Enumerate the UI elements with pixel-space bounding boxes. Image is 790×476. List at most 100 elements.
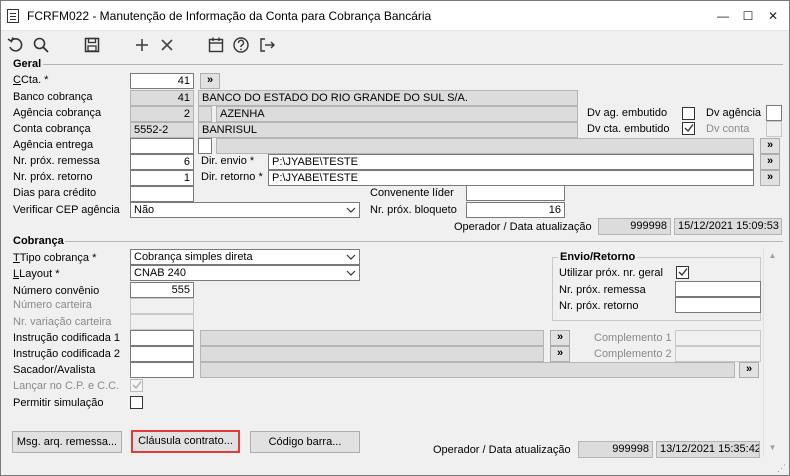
agencia-cobranca-label: Agência cobrança [13, 107, 102, 119]
nr-prox-retorno-input[interactable]: 1 [130, 170, 194, 186]
search-icon[interactable] [31, 35, 51, 55]
toolbar [1, 32, 789, 58]
nr-prox-bloqueto-input[interactable]: 16 [466, 202, 565, 218]
nr-prox-remessa-label: Nr. próx. remessa [13, 155, 100, 167]
geral-section-title: Geral [13, 58, 42, 70]
cobranca-divider [65, 241, 783, 242]
lancar-cp-cc-checkbox [130, 379, 143, 392]
instrucao-codificada-2-input[interactable] [130, 346, 194, 362]
sacador-avalista-name [200, 362, 735, 378]
numero-convenio-input[interactable]: 555 [130, 282, 194, 298]
conta-cobranca-label: Conta cobrança [13, 123, 91, 135]
footer-operador-field: 999998 [578, 441, 653, 458]
cobranca-section-title: Cobrança [13, 235, 64, 247]
permitir-simulacao-label: Permitir simulação [13, 397, 104, 409]
nr-prox-retorno-label: Nr. próx. retorno [13, 171, 93, 183]
complemento-2-input [675, 346, 761, 362]
instrucao-codificada-2-label: Instrução codificada 2 [13, 348, 121, 360]
dias-credito-input[interactable] [130, 186, 194, 202]
convenente-lider-label: Convenente líder [370, 187, 454, 199]
window-title: FCRFM022 - Manutenção de Informação da C… [27, 9, 432, 23]
nr-variacao-carteira-input [130, 314, 194, 330]
dir-envio-browse-button[interactable]: » [760, 154, 780, 170]
agencia-entrega-lookup-button[interactable]: » [760, 138, 780, 154]
undo-icon[interactable] [6, 35, 26, 55]
instrucao-codificada-1-desc [200, 330, 544, 346]
maximize-button[interactable]: ☐ [737, 1, 759, 31]
scroll-down-icon[interactable]: ▼ [764, 441, 781, 455]
add-icon[interactable] [132, 35, 152, 55]
dias-credito-label: Dias para crédito [13, 187, 97, 199]
instrucao-1-lookup-button[interactable]: » [550, 330, 570, 346]
tipo-cobranca-label: TTipo cobrança * [13, 252, 97, 264]
geral-data-field: 15/12/2021 15:09:53 [674, 218, 782, 235]
lancar-cp-cc-label: Lançar no C.P. e C.C. [13, 380, 120, 392]
agencia-entrega-input[interactable] [130, 138, 194, 154]
tipo-cobranca-select[interactable]: Cobrança simples direta [130, 249, 360, 265]
agencia-dv-field [198, 106, 212, 122]
dv-ag-embutido-checkbox[interactable] [682, 107, 695, 120]
envio-nr-prox-retorno-input[interactable] [675, 297, 761, 313]
layout-label: LLayout * [13, 268, 60, 280]
chevron-down-icon [346, 270, 356, 276]
verificar-cep-select[interactable]: Não [130, 202, 360, 218]
sacador-avalista-input[interactable] [130, 362, 194, 378]
msg-arq-remessa-button[interactable]: Msg. arq. remessa... [12, 431, 122, 453]
utilizar-prox-nr-checkbox[interactable] [676, 266, 689, 279]
scroll-up-icon[interactable]: ▲ [764, 249, 781, 263]
clausula-contrato-button[interactable]: Cláusula contrato... [131, 430, 240, 453]
banco-code-field: 41 [130, 90, 194, 106]
layout-select[interactable]: CNAB 240 [130, 265, 360, 281]
dir-retorno-input[interactable]: P:\JYABE\TESTE [268, 170, 754, 186]
codigo-barra-button[interactable]: Código barra... [250, 431, 360, 453]
chevron-down-icon [346, 254, 356, 260]
cta-input[interactable]: 41 [130, 73, 194, 89]
instrucao-codificada-1-input[interactable] [130, 330, 194, 346]
permitir-simulacao-checkbox[interactable] [130, 396, 143, 409]
dv-agencia-input[interactable] [766, 105, 782, 121]
calendar-icon[interactable] [206, 35, 226, 55]
geral-operador-label: Operador / Data atualização [454, 221, 592, 233]
dv-cta-embutido-checkbox[interactable] [682, 122, 695, 135]
envio-retorno-title: Envio/Retorno [558, 251, 638, 263]
instrucao-codificada-1-label: Instrução codificada 1 [13, 332, 121, 344]
resize-grip-icon[interactable]: ⋰ [777, 463, 786, 474]
verificar-cep-label: Verificar CEP agência [13, 204, 120, 216]
main-window: FCRFM022 - Manutenção de Informação da C… [0, 0, 790, 476]
numero-convenio-label: Número convênio [13, 285, 100, 297]
delete-icon[interactable] [157, 35, 177, 55]
dv-ag-embutido-label: Dv ag. embutido [587, 107, 668, 119]
exit-icon[interactable] [257, 35, 277, 55]
dv-agencia-label: Dv agência [706, 107, 762, 119]
sacador-avalista-label: Sacador/Avalista [13, 364, 96, 376]
envio-nr-prox-remessa-input[interactable] [675, 281, 761, 297]
geral-divider [43, 64, 783, 65]
instrucao-codificada-2-desc [200, 346, 544, 362]
sacador-lookup-button[interactable]: » [739, 362, 759, 378]
instrucao-2-lookup-button[interactable]: » [550, 346, 570, 362]
save-icon[interactable] [82, 35, 102, 55]
utilizar-prox-nr-label: Utilizar próx. nr. geral [559, 267, 663, 279]
banco-name-field: BANCO DO ESTADO DO RIO GRANDE DO SUL S/A… [198, 90, 578, 106]
agencia-code-field: 2 [130, 106, 194, 122]
convenente-lider-input[interactable] [466, 185, 565, 201]
cta-label: CCta. * [13, 74, 49, 86]
envio-nr-prox-remessa-label: Nr. próx. remessa [559, 284, 646, 296]
agencia-entrega-dv-input[interactable] [198, 138, 212, 154]
minimize-button[interactable]: — [712, 1, 734, 31]
numero-carteira-label: Número carteira [13, 299, 92, 311]
dir-envio-input[interactable]: P:\JYABE\TESTE [268, 154, 754, 170]
agencia-name-field: AZENHA [216, 106, 578, 122]
cta-lookup-button[interactable]: » [200, 73, 220, 89]
vertical-scrollbar[interactable]: ▲ ▼ [763, 247, 780, 457]
nr-prox-remessa-input[interactable]: 6 [130, 154, 194, 170]
chevron-down-icon [346, 207, 356, 213]
agencia-entrega-label: Agência entrega [13, 139, 94, 151]
complemento-1-label: Complemento 1 [594, 332, 672, 344]
close-button[interactable]: ✕ [759, 1, 787, 31]
nr-variacao-carteira-label: Nr. variação carteira [13, 316, 112, 328]
tipo-cobranca-value: Cobrança simples direta [134, 251, 253, 263]
conta-value-field: 5552-2 [130, 122, 194, 138]
dir-retorno-browse-button[interactable]: » [760, 170, 780, 186]
help-icon[interactable] [231, 35, 251, 55]
